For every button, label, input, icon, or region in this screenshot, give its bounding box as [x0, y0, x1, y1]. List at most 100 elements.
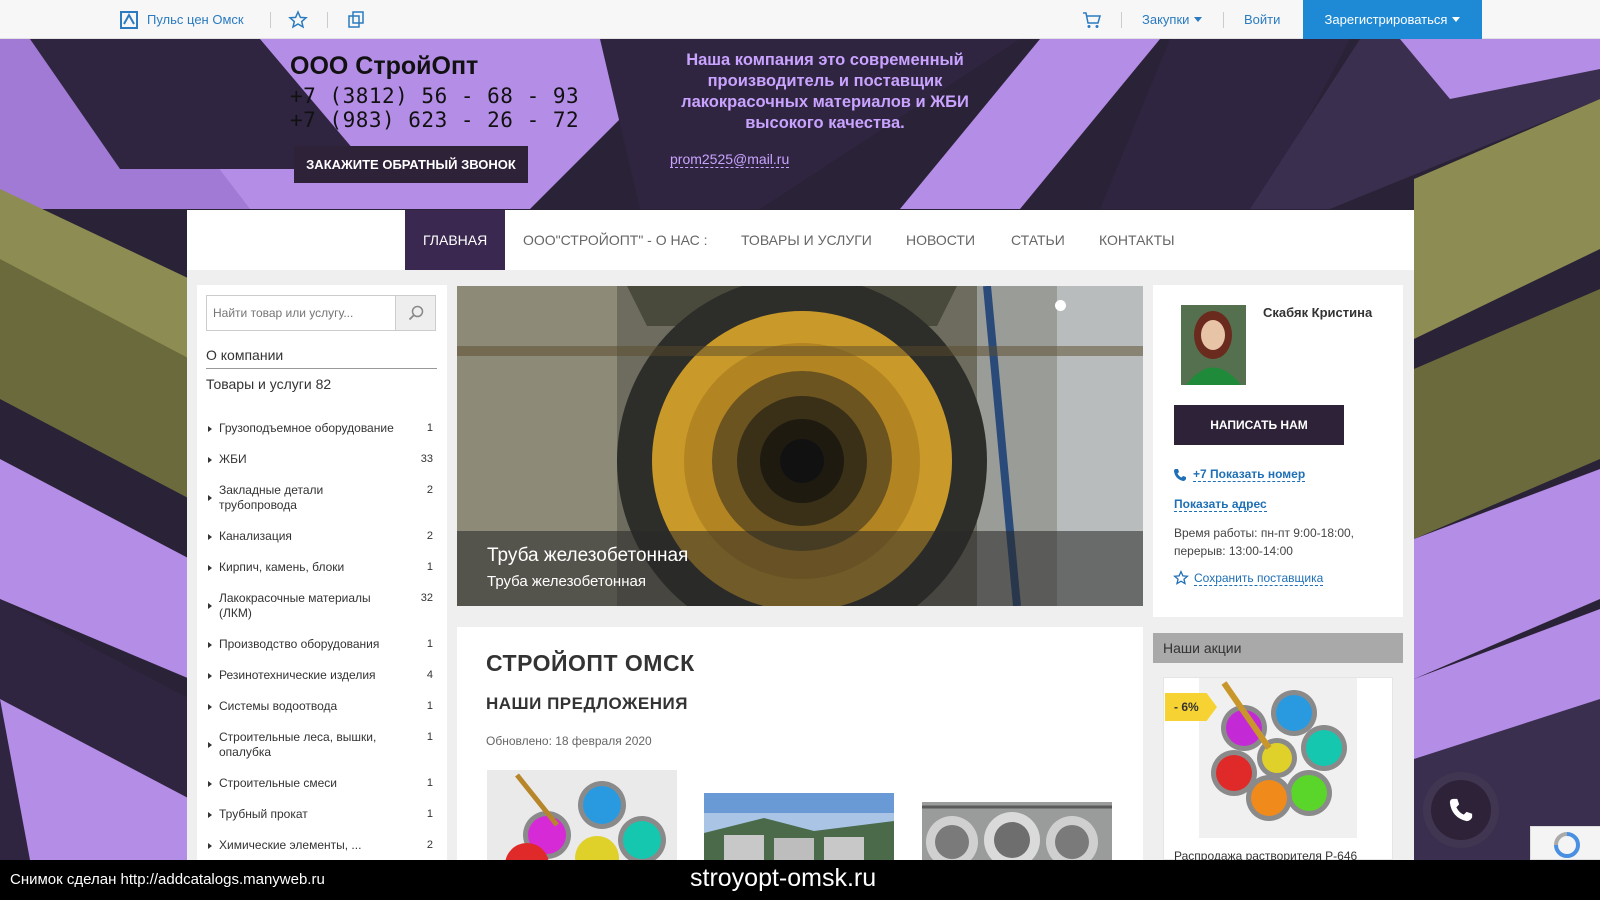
company-slogan: Наша компания это современный производит… — [681, 51, 969, 132]
updated-date: Обновлено: 18 февраля 2020 — [486, 734, 652, 748]
star-icon[interactable] — [1173, 570, 1189, 586]
category-item[interactable]: Химические элементы, ... 2 — [206, 838, 441, 860]
bullet-icon — [208, 642, 212, 648]
nav-articles[interactable]: СТАТЬИ — [1011, 210, 1065, 270]
product-thumb-rings[interactable] — [704, 793, 894, 860]
category-count: 32 — [420, 592, 433, 604]
break-hours: перерыв: 13:00-14:00 — [1174, 544, 1293, 558]
category-name: Канализация — [219, 529, 292, 543]
chevron-down-icon — [1452, 17, 1461, 22]
separator — [1121, 12, 1122, 28]
category-count: 2 — [426, 484, 433, 496]
category-name: Химические элементы, ... — [219, 838, 362, 852]
call-button[interactable] — [1431, 780, 1491, 840]
avatar — [1181, 305, 1246, 385]
footer-domain: stroyopt-omsk.ru — [690, 864, 877, 892]
pulse-logo-icon[interactable] — [120, 11, 138, 29]
separator — [327, 12, 328, 28]
company-name: ООО СтройОпт — [290, 52, 479, 80]
manager-photo — [1181, 305, 1246, 385]
login-link[interactable]: Войти — [1244, 12, 1280, 27]
category-name: Закладные детали трубопровода — [219, 483, 324, 512]
category-name: Строительные леса, вышки, опалубка — [219, 730, 377, 759]
nav-products[interactable]: ТОВАРЫ И УСЛУГИ — [741, 210, 872, 270]
slider-dot[interactable] — [1055, 300, 1066, 311]
category-count: 4 — [426, 669, 433, 681]
paint-cans-image — [505, 773, 666, 860]
bullet-icon — [208, 457, 212, 463]
page-title: СТРОЙОПТ ОМСК — [486, 650, 695, 676]
bullet-icon — [208, 704, 212, 710]
category-count: 1 — [426, 777, 433, 789]
recaptcha-badge[interactable] — [1530, 826, 1600, 860]
top-bar: Пульс цен Омск Закупки Войти Зарегистрир… — [0, 0, 1600, 39]
phone-2: +7 (983) 623 - 26 - 72 — [290, 108, 580, 132]
slider-caption — [457, 531, 1143, 606]
nav-about[interactable]: ООО"СТРОЙОПТ" - О НАС : — [523, 210, 708, 270]
category-count: 1 — [426, 561, 433, 573]
purchases-dropdown[interactable]: Закупки — [1142, 12, 1203, 27]
product-thumb-pipes[interactable] — [922, 802, 1112, 860]
nav-home[interactable]: ГЛАВНАЯ — [405, 210, 506, 270]
brand-link[interactable]: Пульс цен Омск — [147, 12, 244, 27]
paint-cans-image — [1199, 678, 1357, 838]
category-count: 2 — [426, 530, 433, 542]
category-count: 1 — [426, 731, 433, 743]
show-phone-link[interactable]: +7 Показать номер — [1193, 467, 1306, 482]
search-box — [206, 295, 436, 331]
register-button[interactable]: Зарегистрироваться — [1303, 0, 1482, 39]
recaptcha-icon — [1554, 832, 1580, 858]
category-name: Лакокрасочные материалы (ЛКМ) — [219, 591, 371, 620]
bullet-icon — [208, 781, 212, 787]
bullet-icon — [208, 812, 212, 818]
search-icon — [408, 305, 423, 321]
bullet-icon — [208, 673, 212, 679]
about-link[interactable]: О компании — [206, 347, 283, 363]
phone-1: +7 (3812) 56 - 68 - 93 — [290, 84, 580, 108]
nav-contacts[interactable]: КОНТАКТЫ — [1099, 210, 1175, 270]
search-input[interactable] — [207, 296, 397, 330]
main-nav: ГЛАВНАЯ ООО"СТРОЙОПТ" - О НАС : ТОВАРЫ И… — [187, 210, 1414, 270]
category-name: Резинотехнические изделия — [219, 668, 376, 682]
promo-header: Наши акции — [1153, 633, 1403, 663]
chevron-down-icon — [1194, 17, 1203, 22]
category-name: Системы водоотвода — [219, 699, 338, 713]
write-us-button[interactable]: НАПИСАТЬ НАМ — [1174, 405, 1344, 445]
manager-name: Скабяк Кристина — [1263, 305, 1373, 320]
save-supplier-link[interactable]: Сохранить поставщика — [1194, 571, 1324, 586]
category-name: Строительные смеси — [219, 776, 337, 790]
category-count: 1 — [426, 700, 433, 712]
category-name: ЖБИ — [219, 452, 247, 466]
concrete-pipes-image — [922, 802, 1112, 860]
nav-news[interactable]: НОВОСТИ — [906, 210, 975, 270]
bullet-icon — [208, 565, 212, 571]
discount-badge: - 6% — [1165, 693, 1217, 721]
category-name: Грузоподъемное оборудование — [219, 421, 394, 435]
category-count: 1 — [426, 808, 433, 820]
bullet-icon — [208, 426, 212, 432]
work-hours: Время работы: пн-пт 9:00-18:00, — [1174, 526, 1355, 540]
separator — [1223, 12, 1224, 28]
separator — [270, 12, 271, 28]
show-address-link[interactable]: Показать адрес — [1174, 497, 1267, 512]
bullet-icon — [208, 603, 212, 609]
copy-icon[interactable] — [346, 10, 366, 30]
goods-link[interactable]: Товары и услуги 82 — [206, 376, 331, 392]
divider — [206, 368, 437, 369]
product-thumb-paint[interactable] — [487, 770, 677, 860]
cart-icon[interactable] — [1082, 10, 1102, 30]
section-title: НАШИ ПРЕДЛОЖЕНИЯ — [486, 694, 688, 713]
slider-title: Труба железобетонная — [487, 545, 689, 566]
bullet-icon — [208, 843, 212, 849]
promo-title[interactable]: Распродажа растворителя Р-646 — [1174, 849, 1357, 860]
purchases-label: Закупки — [1142, 12, 1190, 27]
search-button[interactable] — [395, 296, 435, 330]
callback-button[interactable]: ЗАКАЖИТЕ ОБРАТНЫЙ ЗВОНОК — [294, 146, 528, 183]
email-link[interactable]: prom2525@mail.ru — [670, 151, 790, 168]
bullet-icon — [208, 495, 212, 501]
concrete-rings-image — [704, 793, 894, 860]
star-icon[interactable] — [288, 10, 308, 30]
category-count: 33 — [420, 453, 433, 465]
footer-credit: Снимок сделан http://addcatalogs.manyweb… — [10, 871, 325, 888]
category-count: 1 — [426, 422, 433, 434]
